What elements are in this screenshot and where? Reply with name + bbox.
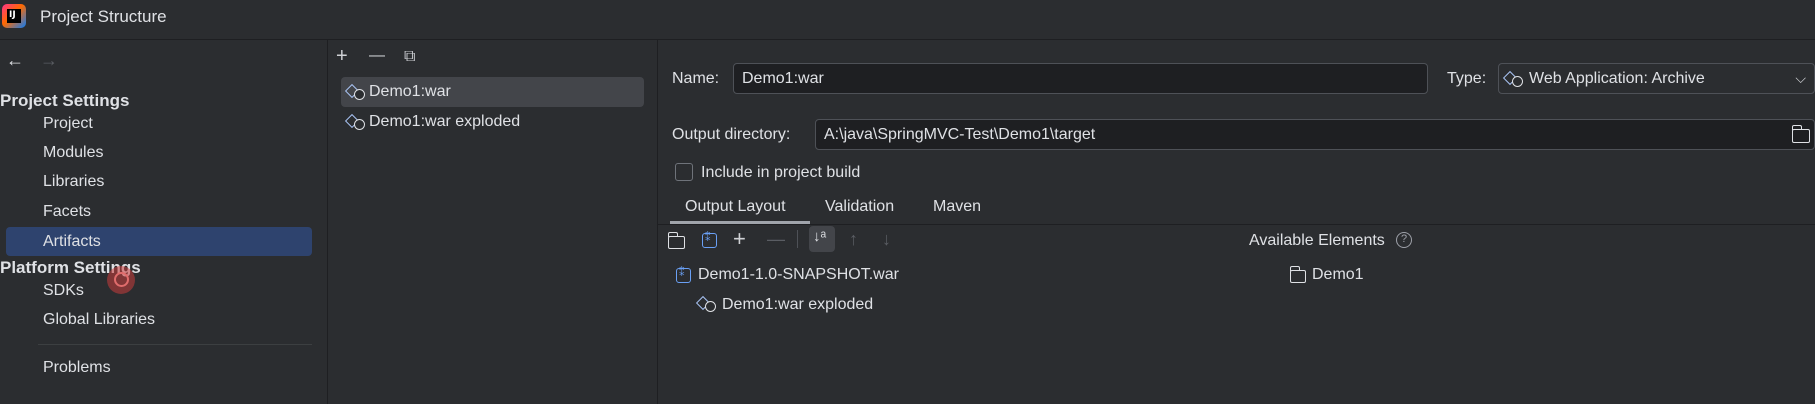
tabs-divider xyxy=(658,224,1815,225)
title-bar xyxy=(0,0,1815,40)
chevron-down-icon: ⌵ xyxy=(1795,70,1806,86)
sidebar-item-modules[interactable]: Modules xyxy=(6,138,312,167)
sidebar-item-artifacts[interactable]: Artifacts xyxy=(6,227,312,256)
create-archive-icon[interactable] xyxy=(702,231,717,248)
module-folder-icon xyxy=(1289,266,1306,283)
sidebar-item-facets[interactable]: Facets xyxy=(6,197,312,226)
type-label: Type: xyxy=(1447,70,1487,87)
tree-item-war-exploded[interactable]: Demo1:war exploded xyxy=(722,296,873,314)
intellij-logo-icon: IJ xyxy=(2,4,26,28)
output-directory-field[interactable]: A:\java\SpringMVC-Test\Demo1\target xyxy=(815,119,1815,150)
available-elements-label: Available Elements xyxy=(1249,232,1385,249)
available-item-demo1[interactable]: Demo1 xyxy=(1312,266,1364,284)
archive-file-icon xyxy=(676,266,691,283)
web-archive-icon xyxy=(694,294,716,314)
artifact-item-war-exploded[interactable]: Demo1:war exploded xyxy=(341,107,644,137)
artifact-item-label: Demo1:war exploded xyxy=(369,113,521,130)
forward-arrow-icon[interactable]: → xyxy=(40,50,58,71)
project-settings-header: Project Settings xyxy=(0,91,130,110)
copy-artifact-icon[interactable]: ⧉ xyxy=(404,47,415,67)
sort-alpha-icon: ↓ᵃ xyxy=(813,228,827,245)
browse-folder-icon[interactable] xyxy=(1791,125,1810,143)
toolbar-divider xyxy=(797,230,798,248)
sidebar-divider xyxy=(38,344,312,345)
move-up-icon[interactable]: ↑ xyxy=(849,228,858,250)
tree-item-snapshot-war[interactable]: Demo1-1.0-SNAPSHOT.war xyxy=(698,266,899,284)
add-artifact-icon[interactable]: + xyxy=(336,46,348,66)
sidebar-item-global-libraries[interactable]: Global Libraries xyxy=(6,305,312,334)
back-arrow-icon[interactable]: ← xyxy=(6,50,24,71)
help-icon[interactable]: ? xyxy=(1396,232,1412,248)
remove-element-icon[interactable]: — xyxy=(767,228,785,250)
artifact-item-label: Demo1:war xyxy=(369,83,451,100)
sidebar-item-problems[interactable]: Problems xyxy=(6,353,312,382)
web-archive-icon xyxy=(344,113,365,130)
window-title: Project Structure xyxy=(40,7,167,26)
sidebar-item-sdks[interactable]: SDKs xyxy=(6,276,312,305)
artifact-item-war[interactable]: Demo1:war xyxy=(341,77,644,107)
name-field[interactable]: Demo1:war xyxy=(733,63,1428,94)
include-in-build-label: Include in project build xyxy=(701,164,861,181)
tab-output-layout[interactable]: Output Layout xyxy=(685,198,786,216)
search-icon xyxy=(107,266,135,294)
add-copy-icon[interactable]: + xyxy=(733,228,746,250)
sort-elements-button[interactable]: ↓ᵃ xyxy=(809,226,835,252)
output-directory-label: Output directory: xyxy=(672,126,791,143)
include-in-build-checkbox[interactable] xyxy=(675,163,693,181)
tab-validation[interactable]: Validation xyxy=(825,198,894,216)
type-select-value: Web Application: Archive xyxy=(1529,70,1705,87)
web-archive-icon xyxy=(344,83,365,100)
new-directory-icon[interactable] xyxy=(667,232,685,249)
web-archive-icon xyxy=(1502,70,1523,87)
tab-maven[interactable]: Maven xyxy=(933,198,981,216)
move-down-icon[interactable]: ↓ xyxy=(882,228,891,250)
sidebar-item-project[interactable]: Project xyxy=(6,109,312,138)
name-label: Name: xyxy=(672,70,720,87)
type-select[interactable]: Web Application: Archive ⌵ xyxy=(1498,63,1815,94)
remove-artifact-icon[interactable]: — xyxy=(369,46,385,66)
sidebar-item-libraries[interactable]: Libraries xyxy=(6,167,312,196)
